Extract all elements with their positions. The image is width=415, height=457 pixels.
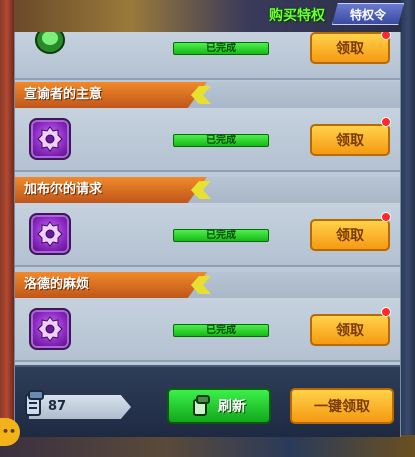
refresh-ticket-icon [25, 390, 44, 416]
refresh-ticket-icon [193, 395, 210, 416]
ticket-count: 87 [48, 399, 67, 414]
quest-row: 已完成 领取 [15, 298, 400, 362]
quest-panel: 已完成 领取 宣谕者的主意 已完成 领取 加布尔的请求 已完成 领取 洛德的麻烦… [14, 32, 401, 437]
green-gem-icon [35, 32, 65, 54]
top-header-band: 购买特权 特权令 [14, 0, 404, 32]
quest-row: 已完成 领取 [15, 108, 400, 172]
quest-progress-bar: 已完成 [173, 229, 269, 242]
purple-gear-icon [29, 118, 71, 160]
quest-row: 已完成 领取 [15, 32, 400, 80]
claim-button[interactable]: 领取 [310, 219, 390, 251]
privilege-token-tab[interactable]: 特权令 [332, 3, 404, 25]
claim-all-button[interactable]: 一键领取 [290, 388, 394, 424]
quest-list[interactable]: 已完成 领取 宣谕者的主意 已完成 领取 加布尔的请求 已完成 领取 洛德的麻烦… [15, 32, 400, 365]
left-background-strip [0, 0, 14, 457]
quest-progress-bar: 已完成 [173, 134, 269, 147]
notification-dot [381, 212, 391, 222]
quest-title: 加布尔的请求 [15, 177, 207, 203]
quest-title: 宣谕者的主意 [15, 82, 207, 108]
bottom-action-bar: 87 刷新 一键领取 [15, 365, 400, 437]
quest-title: 洛德的麻烦 [15, 272, 207, 298]
refresh-label: 刷新 [218, 399, 246, 415]
notification-dot [381, 117, 391, 127]
claim-button[interactable]: 领取 [310, 314, 390, 346]
purple-gear-icon [29, 213, 71, 255]
claim-button[interactable]: 领取 [310, 124, 390, 156]
quest-progress-bar: 已完成 [173, 324, 269, 337]
refresh-button[interactable]: 刷新 [167, 388, 271, 424]
purple-gear-icon [29, 308, 71, 350]
quest-progress-bar: 已完成 [173, 42, 269, 55]
quest-header: 洛德的麻烦 [15, 272, 400, 298]
notification-dot [381, 307, 391, 317]
buy-privilege-link[interactable]: 购买特权 [269, 5, 325, 25]
quest-row: 已完成 领取 [15, 203, 400, 267]
quest-header: 加布尔的请求 [15, 177, 400, 203]
quest-header: 宣谕者的主意 [15, 82, 400, 108]
claim-button[interactable]: 领取 [310, 32, 390, 64]
bottom-background-strip [0, 435, 415, 457]
right-background-strip [401, 0, 415, 457]
